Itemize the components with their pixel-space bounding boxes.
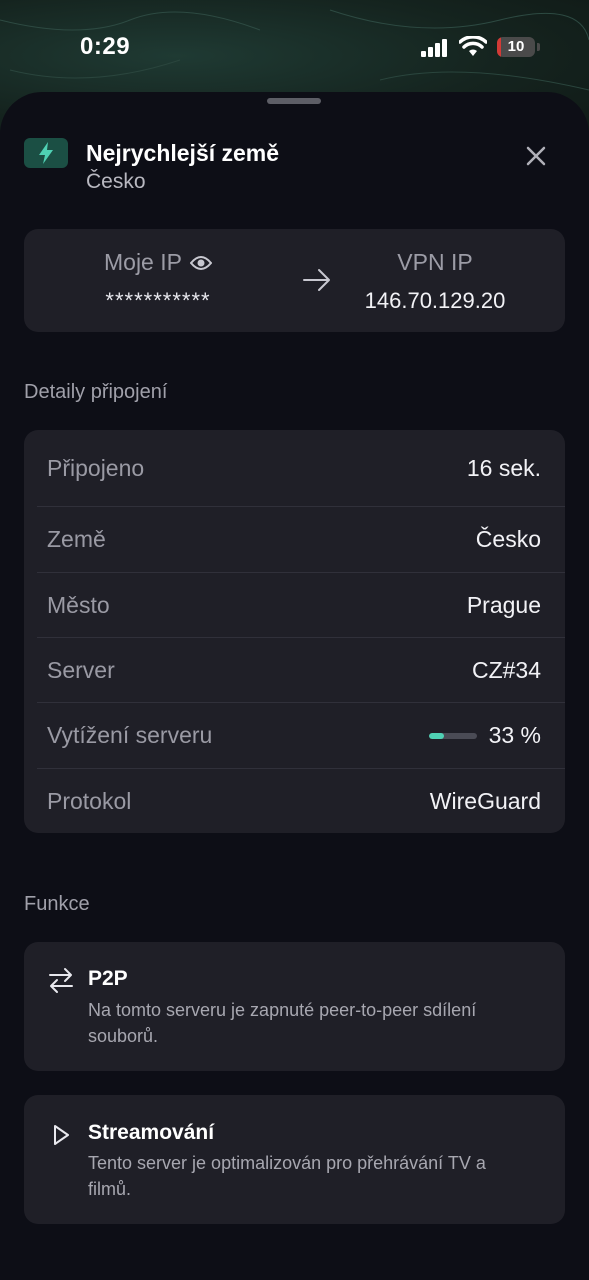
status-bar: 0:29 10 [0, 0, 589, 90]
detail-value: CZ#34 [471, 656, 541, 683]
feature-card-p2p[interactable]: P2P Na tomto serveru je zapnuté peer-to-… [24, 942, 565, 1071]
status-time: 0:29 [80, 33, 131, 60]
battery-cap [537, 43, 540, 51]
close-icon [526, 146, 546, 166]
vpn-ip-label: VPN IP [397, 249, 473, 275]
detail-row-server-load: Vytížení serveru 33 % [24, 703, 565, 768]
detail-row-city: Město Prague [24, 573, 565, 637]
server-load-fill [428, 732, 445, 739]
close-button[interactable] [520, 140, 552, 172]
detail-value: Česko [475, 526, 541, 552]
feature-description: Na tomto serveru je zapnuté peer-to-peer… [88, 1000, 477, 1046]
details-card: Připojeno 16 sek. Země Česko Město Pragu… [24, 430, 565, 833]
eye-icon[interactable] [189, 255, 212, 271]
battery-level: 10 [507, 38, 525, 55]
swap-arrows-icon [49, 968, 73, 993]
wifi-icon [459, 36, 487, 56]
detail-value: Prague [466, 591, 541, 618]
detail-label: Vytížení serveru [47, 722, 213, 748]
server-country: Česko [86, 170, 146, 193]
details-section-title: Detaily připojení [24, 381, 168, 403]
server-title: Nejrychlejší země [86, 140, 280, 166]
detail-label: Protokol [47, 787, 132, 814]
detail-row-server: Server CZ#34 [24, 638, 565, 702]
detail-value: WireGuard [429, 787, 541, 814]
feature-title: P2P [88, 967, 128, 990]
my-ip-label: Moje IP [104, 249, 182, 275]
ip-card: Moje IP *********** VPN IP 146.70.129.20 [24, 229, 565, 332]
detail-row-connected: Připojeno 16 sek. [24, 436, 565, 500]
feature-card-streaming[interactable]: Streamování Tento server je optimalizová… [24, 1095, 565, 1224]
sheet-grabber[interactable] [267, 98, 321, 104]
vpn-ip-value: 146.70.129.20 [364, 288, 506, 313]
vpn-ip-column: VPN IP 146.70.129.20 [340, 229, 530, 332]
play-icon [54, 1125, 69, 1145]
features-section-title: Funkce [24, 893, 90, 915]
cellular-signal-icon [421, 39, 447, 57]
bolt-icon [24, 138, 68, 168]
detail-label: Město [47, 591, 110, 618]
detail-value: 16 sek. [466, 454, 541, 481]
detail-label: Server [47, 656, 115, 683]
battery-icon: 10 [497, 37, 535, 57]
detail-row-country: Země Česko [24, 507, 565, 572]
server-load-bar [428, 732, 477, 739]
detail-value: 33 % [488, 722, 541, 748]
detail-label: Připojeno [47, 454, 145, 481]
arrow-right-icon [303, 269, 330, 291]
feature-title: Streamování [88, 1121, 215, 1144]
connection-sheet: Nejrychlejší země Česko Moje IP ********… [0, 92, 589, 1280]
my-ip-column: Moje IP *********** [68, 229, 248, 332]
detail-row-protocol: Protokol WireGuard [24, 769, 565, 833]
detail-label: Země [47, 526, 106, 552]
feature-description: Tento server je optimalizován pro přehrá… [88, 1153, 486, 1199]
my-ip-value: *********** [105, 288, 211, 313]
